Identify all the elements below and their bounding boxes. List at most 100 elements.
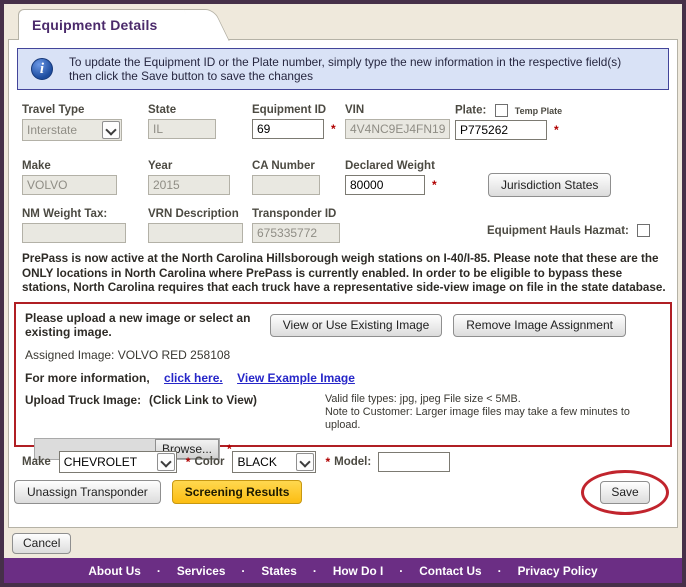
footer-link-privacy-policy[interactable]: Privacy Policy	[518, 564, 598, 578]
year-group: Year	[148, 160, 252, 195]
nm-weight-tax-group: NM Weight Tax:	[22, 208, 148, 243]
cancel-row: Cancel	[12, 533, 72, 554]
nm-weight-tax-label: NM Weight Tax:	[22, 208, 108, 220]
info-banner: i To update the Equipment ID or the Plat…	[17, 48, 669, 90]
upload-image-section: Please upload a new image or select an e…	[14, 302, 672, 460]
travel-type-value: Interstate	[27, 123, 78, 137]
footer-link-about-us[interactable]: About Us	[88, 564, 140, 578]
info-icon: i	[31, 58, 53, 80]
equipment-id-label: Equipment ID	[252, 104, 327, 116]
tow-vehicle-row: Make CHEVROLET * Color BLACK * Model:	[22, 451, 451, 473]
tow-color-label: Color	[194, 456, 225, 468]
footer-separator: ·	[241, 563, 246, 578]
equipment-form: Travel Type Interstate State Equipment I…	[22, 104, 667, 243]
equipment-id-field[interactable]	[252, 119, 324, 139]
cancel-button[interactable]: Cancel	[12, 533, 72, 554]
save-button[interactable]: Save	[600, 480, 650, 504]
declared-weight-label: Declared Weight	[345, 160, 435, 172]
vrn-description-label: VRN Description	[148, 208, 239, 220]
tow-model-field[interactable]	[378, 452, 451, 472]
nm-weight-tax-field	[22, 223, 126, 243]
transponder-id-label: Transponder ID	[252, 208, 337, 220]
upload-truck-image-label: Upload Truck Image:	[25, 393, 142, 407]
chevron-down-icon	[296, 453, 315, 471]
make-field	[22, 175, 117, 195]
tab-equipment-details[interactable]: Equipment Details	[18, 9, 203, 40]
footer-link-contact-us[interactable]: Contact Us	[419, 564, 481, 578]
view-example-image-link[interactable]: View Example Image	[237, 371, 355, 385]
declared-weight-field[interactable]	[345, 175, 425, 195]
upload-instruction: Please upload a new image or select an e…	[25, 311, 251, 339]
form-row-1: Travel Type Interstate State Equipment I…	[22, 104, 667, 141]
ca-number-label: CA Number	[252, 160, 315, 172]
upload-notes: Valid file types: jpg, jpeg File size < …	[325, 393, 660, 432]
hazmat-label: Equipment Hauls Hazmat:	[487, 224, 629, 237]
footer-separator: ·	[399, 563, 404, 578]
footer-separator: ·	[312, 563, 317, 578]
transponder-id-field	[252, 223, 340, 243]
assigned-image-text: Assigned Image: VOLVO RED 258108	[25, 348, 231, 362]
save-button-wrap: Save	[581, 469, 669, 515]
tow-make-value: CHEVROLET	[63, 455, 138, 469]
vin-group: VIN	[345, 104, 455, 139]
upload-instruction-row: Please upload a new image or select an e…	[25, 311, 660, 339]
valid-types-note: Valid file types: jpg, jpeg File size < …	[324, 393, 521, 405]
form-row-2: Make Year CA Number Declared Weight *	[22, 160, 667, 197]
screening-results-button[interactable]: Screening Results	[171, 480, 303, 504]
hazmat-checkbox[interactable]	[636, 224, 650, 237]
required-marker: *	[331, 122, 336, 136]
plate-label: Plate: Temp Plate	[455, 104, 605, 117]
footer-link-services[interactable]: Services	[177, 564, 226, 578]
vrn-description-field	[148, 223, 243, 243]
prepass-notice: PrePass is now active at the North Carol…	[22, 252, 666, 295]
footer-link-how-do-i[interactable]: How Do I	[333, 564, 383, 578]
vin-field	[345, 119, 450, 139]
plate-label-text: Plate:	[455, 104, 487, 117]
jurisdiction-states-button[interactable]: Jurisdiction States	[488, 173, 612, 197]
state-field	[148, 119, 216, 139]
form-row-3: NM Weight Tax: VRN Description Transpond…	[22, 208, 667, 243]
temp-plate-label: Temp Plate	[514, 105, 563, 116]
year-label: Year	[148, 160, 173, 172]
footer-nav: About Us · Services · States · How Do I …	[4, 558, 682, 583]
click-here-link[interactable]: click here.	[164, 371, 223, 385]
plate-group: Plate: Temp Plate *	[455, 104, 605, 140]
footer-separator: ·	[497, 563, 502, 578]
required-marker: *	[325, 455, 331, 469]
state-label: State	[148, 104, 177, 116]
make-label: Make	[22, 160, 51, 172]
customer-note: Note to Customer: Larger image files may…	[324, 406, 630, 431]
remove-image-assignment-button[interactable]: Remove Image Assignment	[453, 313, 626, 337]
travel-type-select: Interstate	[22, 119, 122, 141]
equipment-id-group: Equipment ID *	[252, 104, 345, 139]
tow-color-select[interactable]: BLACK	[232, 451, 317, 473]
tow-color-value: BLACK	[237, 455, 277, 469]
travel-type-group: Travel Type Interstate	[22, 104, 148, 141]
chevron-down-icon	[102, 121, 120, 139]
state-group: State	[148, 104, 252, 139]
ca-number-group: CA Number	[252, 160, 345, 195]
declared-weight-group: Declared Weight *	[345, 160, 455, 195]
required-marker: *	[432, 178, 437, 192]
upload-truck-image-row: Upload Truck Image: (Click Link to View)…	[25, 393, 660, 432]
temp-plate-checkbox[interactable]	[494, 104, 508, 117]
hazmat-group: Equipment Hauls Hazmat:	[487, 224, 650, 237]
action-button-row: Unassign Transponder Screening Results S…	[14, 469, 669, 515]
unassign-transponder-button[interactable]: Unassign Transponder	[14, 480, 161, 504]
tow-model-label: Model:	[334, 456, 372, 468]
travel-type-label: Travel Type	[22, 104, 85, 116]
tow-make-label: Make	[22, 456, 51, 468]
info-banner-text: To update the Equipment ID or the Plate …	[69, 55, 622, 83]
vrn-description-group: VRN Description	[148, 208, 252, 243]
footer-separator: ·	[156, 563, 161, 578]
required-marker: *	[554, 123, 559, 137]
make-group: Make	[22, 160, 148, 195]
more-info-row: For more information, click here. View E…	[25, 371, 660, 385]
view-existing-image-button[interactable]: View or Use Existing Image	[269, 313, 443, 337]
vin-label: VIN	[345, 104, 365, 116]
click-link-to-view-hint: (Click Link to View)	[149, 393, 257, 407]
plate-field[interactable]	[455, 120, 547, 140]
more-info-label: For more information,	[25, 371, 150, 385]
footer-link-states[interactable]: States	[261, 564, 296, 578]
tow-make-select[interactable]: CHEVROLET	[58, 451, 177, 473]
